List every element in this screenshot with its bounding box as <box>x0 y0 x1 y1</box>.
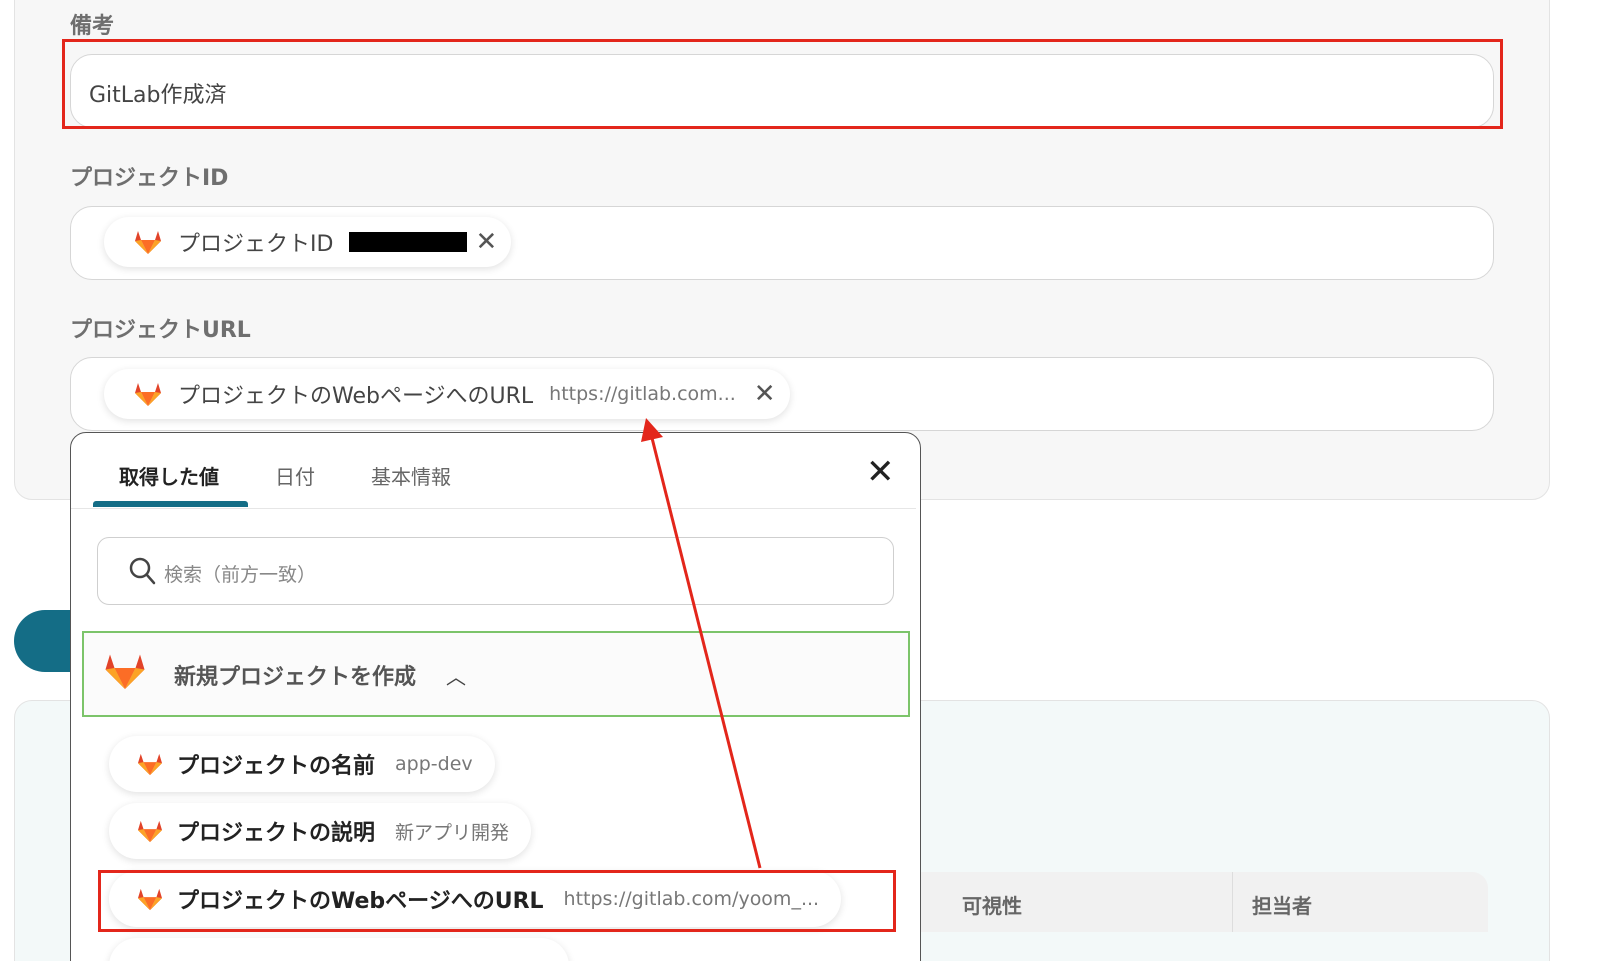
search-icon <box>129 557 156 585</box>
close-icon[interactable]: ✕ <box>866 455 895 489</box>
list-item[interactable] <box>109 938 569 961</box>
item-label: プロジェクトの名前 <box>177 754 376 779</box>
project-id-label: プロジェクトID <box>70 166 229 191</box>
search-input[interactable]: 検索（前方一致） <box>97 537 894 605</box>
item-value: app-dev <box>395 753 473 775</box>
picker-tabs: 取得した値 日付 基本情報 ✕ <box>71 433 916 509</box>
gitlab-icon <box>135 383 161 406</box>
close-icon[interactable]: ✕ <box>475 229 497 255</box>
project-id-chip[interactable]: プロジェクトID ✕ <box>104 217 512 267</box>
chevron-up-icon[interactable]: ︿ <box>446 661 466 690</box>
tab-active-indicator <box>93 501 248 507</box>
table-header-assignee: 担当者 <box>1252 894 1312 918</box>
search-placeholder: 検索（前方一致） <box>164 564 317 586</box>
highlight-frame-url-item <box>98 870 896 932</box>
highlight-frame-remarks <box>62 39 1503 129</box>
tab-date[interactable]: 日付 <box>275 461 315 490</box>
list-item[interactable]: プロジェクトの説明 新アプリ開発 <box>109 803 532 859</box>
table-header-visibility: 可視性 <box>962 894 1022 918</box>
group-new-project[interactable]: 新規プロジェクトを作成 ︿ <box>82 631 910 717</box>
gitlab-icon <box>105 654 145 689</box>
project-url-chip[interactable]: プロジェクトのWebページへのURL https://gitlab.com...… <box>104 369 790 419</box>
project-url-chip-value: https://gitlab.com... <box>549 383 736 405</box>
redacted-value <box>349 232 468 252</box>
project-url-label: プロジェクトURL <box>70 318 251 343</box>
group-label: 新規プロジェクトを作成 <box>174 665 417 690</box>
gitlab-icon <box>138 820 162 843</box>
tab-fetched-values[interactable]: 取得した値 <box>119 461 219 490</box>
remarks-label: 備考 <box>70 14 115 39</box>
close-icon[interactable]: ✕ <box>754 381 776 407</box>
item-value: 新アプリ開発 <box>395 821 510 844</box>
list-item[interactable]: プロジェクトの名前 app-dev <box>109 736 495 792</box>
tab-basic-info[interactable]: 基本情報 <box>371 461 451 490</box>
gitlab-icon <box>135 231 161 254</box>
gitlab-icon <box>138 753 162 776</box>
project-url-chip-label: プロジェクトのWebページへのURL <box>178 384 534 409</box>
item-label: プロジェクトの説明 <box>177 821 376 846</box>
project-id-chip-label: プロジェクトID <box>178 232 334 257</box>
